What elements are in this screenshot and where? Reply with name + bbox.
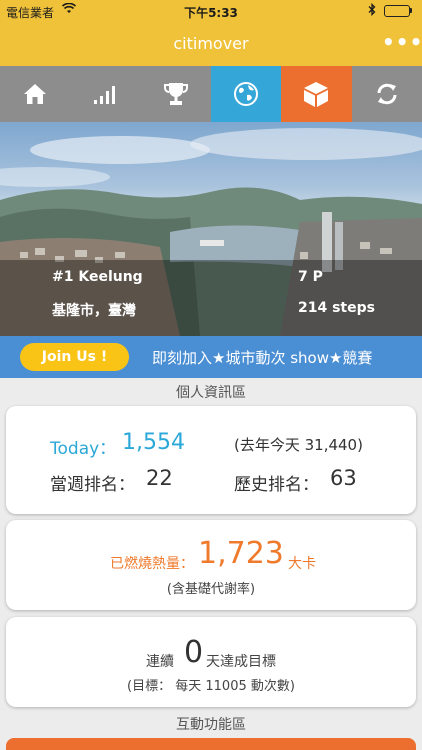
home-icon <box>24 84 47 104</box>
join-us-button[interactable]: Join Us ! <box>20 343 129 371</box>
tab-sync[interactable] <box>352 66 422 122</box>
city-location: 基隆市，臺灣 <box>52 303 136 319</box>
calories-note: (含基礎代謝率) <box>166 582 256 597</box>
history-rank-label: 歷史排名： <box>234 475 319 495</box>
more-menu-icon[interactable]: ••• <box>382 30 422 54</box>
tab-box[interactable] <box>281 66 352 122</box>
calories-unit: 大卡 <box>288 556 316 572</box>
status-time: 下午5:33 <box>184 6 238 20</box>
calories-card: 已燃燒熱量： 1,723 大卡 (含基礎代謝率) <box>6 520 416 610</box>
profile-section-title: 個人資訊區 <box>176 385 246 401</box>
tab-globe[interactable] <box>210 66 282 122</box>
tab-bar <box>0 66 422 122</box>
calories-label: 已燃燒熱量： <box>110 556 194 572</box>
refresh-icon <box>377 83 397 105</box>
interactive-button[interactable] <box>6 738 416 750</box>
city-photo: #1 Keelung 7 P 基隆市，臺灣 214 steps <box>0 122 422 336</box>
bluetooth-icon <box>368 2 376 19</box>
goal-days: 0 <box>184 635 204 670</box>
week-rank-label: 當週排名： <box>50 475 135 495</box>
join-banner: Join Us ! 即刻加入★城市動次 show★競賽 <box>0 336 422 378</box>
city-rank: #1 Keelung <box>52 269 143 285</box>
goal-card: 連續 0 天達成目標 (目標： 每天 11005 動次數) <box>6 617 416 707</box>
goal-suffix: 天達成目標 <box>206 654 276 670</box>
goal-prefix: 連續 <box>146 654 174 670</box>
bar-chart-icon <box>94 86 116 104</box>
tab-trophy[interactable] <box>141 66 211 122</box>
tab-stats[interactable] <box>70 66 140 122</box>
today-label: Today： <box>50 439 117 459</box>
city-points: 7 P <box>298 269 323 285</box>
status-bar: 電信業者 下午5:33 <box>0 0 422 22</box>
history-rank: 63 <box>330 466 357 490</box>
trophy-icon <box>163 83 188 105</box>
battery-icon <box>384 5 410 17</box>
goal-target: (目標： 每天 11005 動次數) <box>127 679 295 694</box>
app-header: 電信業者 下午5:33 citimover ••• <box>0 0 422 66</box>
app-title: citimover <box>173 34 249 53</box>
join-banner-text: 即刻加入★城市動次 show★競賽 <box>152 349 373 367</box>
tab-home[interactable] <box>0 66 70 122</box>
calories-value: 1,723 <box>198 536 284 571</box>
interactive-section-title: 互動功能區 <box>176 717 246 733</box>
city-steps: 214 steps <box>298 300 375 316</box>
globe-icon <box>234 82 259 106</box>
week-rank: 22 <box>146 466 173 490</box>
cube-icon <box>304 82 329 107</box>
profile-card: Today： 1,554 (去年今天 31,440) 當週排名： 22 歷史排名… <box>6 406 416 514</box>
today-steps: 1,554 <box>122 430 185 455</box>
last-year-steps: (去年今天 31,440) <box>234 436 363 454</box>
